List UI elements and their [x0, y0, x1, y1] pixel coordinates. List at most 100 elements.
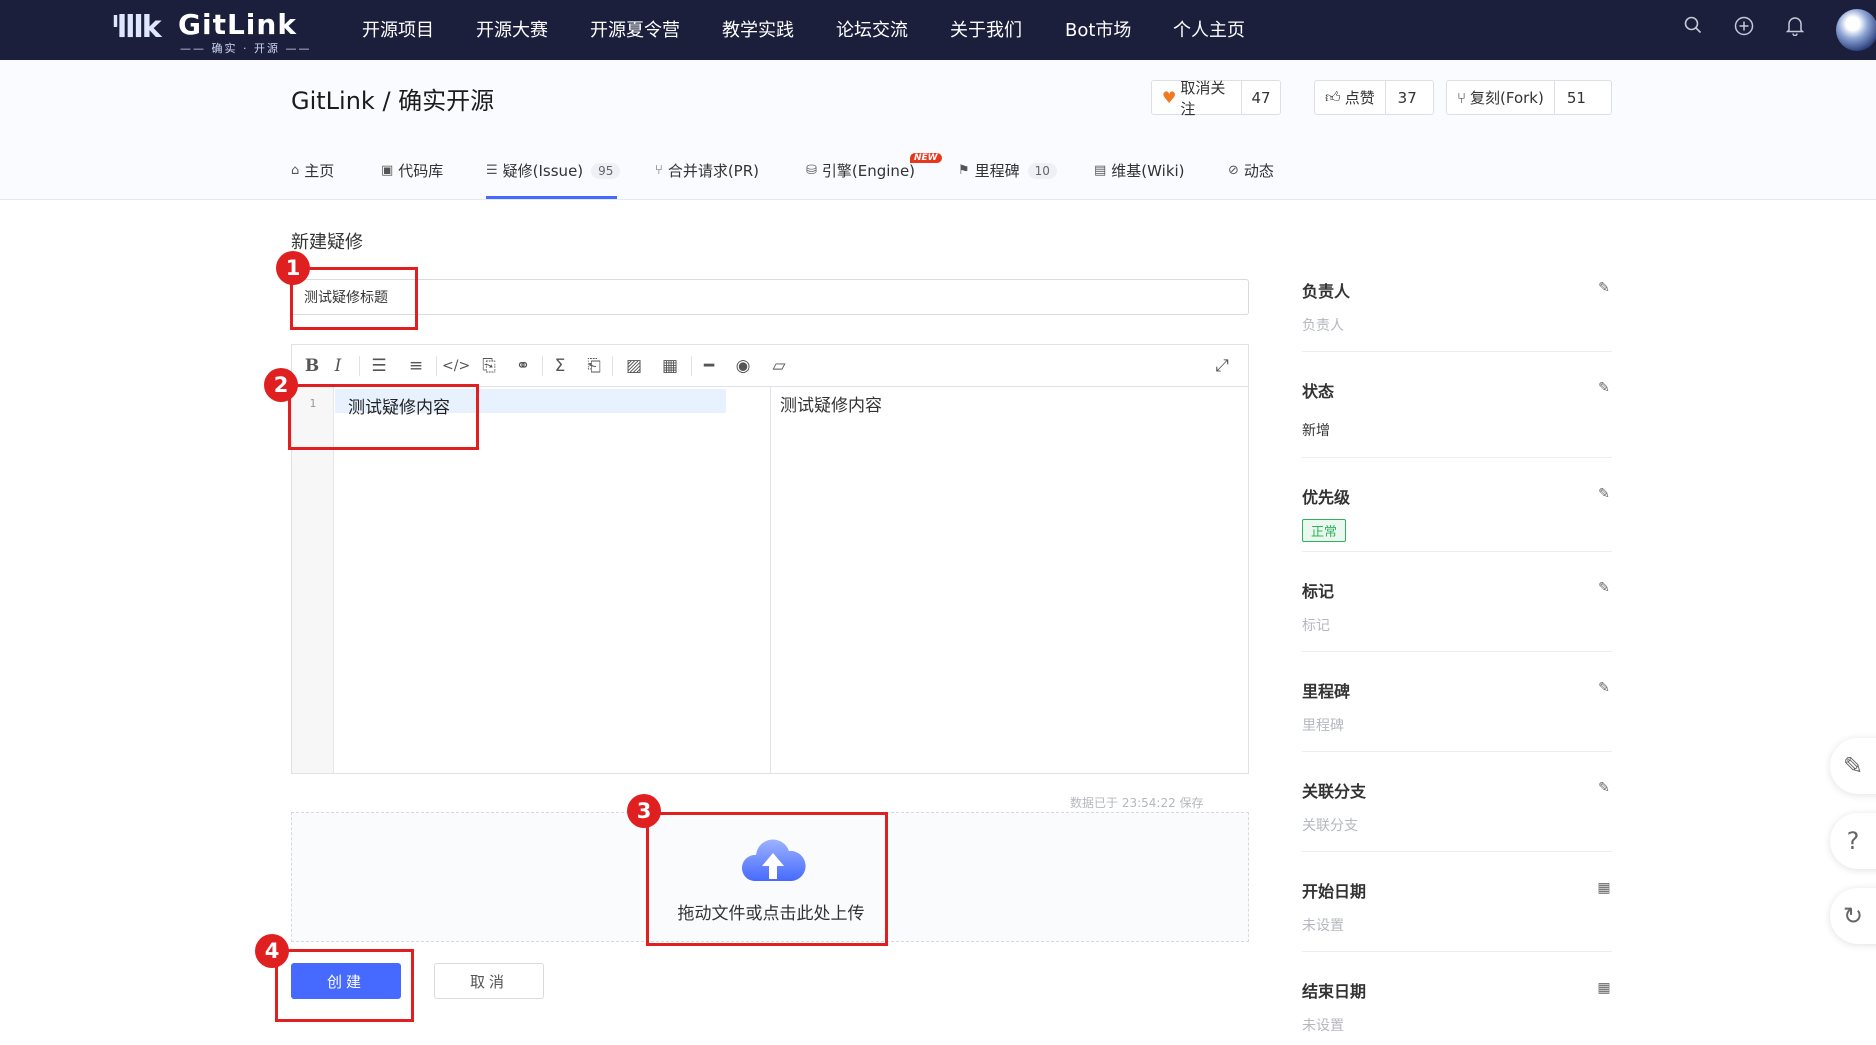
tab-milestone[interactable]: ⚑ 里程碑 10	[958, 160, 1057, 181]
bell-icon[interactable]	[1784, 16, 1806, 38]
milestone-value: 里程碑	[1302, 718, 1344, 734]
image-icon[interactable]: ▨	[622, 354, 646, 378]
ordered-list-icon[interactable]: ≡	[404, 354, 428, 378]
toolbar-divider	[359, 356, 360, 376]
status-label: 状态	[1302, 382, 1335, 401]
merge-icon: ⑂	[655, 163, 663, 178]
annotation-box-upload	[646, 812, 888, 946]
tab-issue-label: 疑修(Issue)	[502, 162, 584, 180]
nav-summer-camp[interactable]: 开源夏令营	[590, 16, 680, 42]
preview-toggle-icon[interactable]: ◉	[731, 354, 755, 378]
end-date-value: 未设置	[1302, 1018, 1344, 1034]
sidebar-assignee: 负责人 ✎ 负责人	[1302, 268, 1612, 352]
fork-icon: ⑂	[1457, 88, 1467, 107]
logo-name: GitLink	[178, 8, 297, 41]
link-icon[interactable]: ⚭	[511, 354, 535, 378]
annotation-box-create	[275, 949, 414, 1022]
new-tag-badge: NEW	[910, 153, 942, 163]
tab-wiki[interactable]: ▤ 维基(Wiki)	[1094, 160, 1185, 181]
tag-label: 标记	[1302, 582, 1335, 601]
sidebar-branch: 关联分支 ✎ 关联分支	[1302, 768, 1612, 852]
branch-value: 关联分支	[1302, 818, 1358, 834]
cancel-button[interactable]: 取消	[434, 963, 544, 999]
annotation-number-1: 1	[276, 251, 310, 285]
milestone-count-badge: 10	[1027, 162, 1057, 179]
italic-icon[interactable]: I	[326, 354, 350, 378]
nav-forum[interactable]: 论坛交流	[836, 16, 908, 42]
editor-preview-divider	[770, 387, 771, 773]
tab-code[interactable]: ▣ 代码库	[381, 160, 443, 181]
edit-icon[interactable]: ✎	[1596, 580, 1612, 596]
user-avatar[interactable]	[1836, 9, 1876, 51]
sidebar-priority: 优先级 ✎ 正常	[1302, 474, 1612, 552]
nav-teaching[interactable]: 教学实践	[722, 16, 794, 42]
code-block-icon[interactable]: ⎘	[477, 354, 501, 378]
nav-personal-home[interactable]: 个人主页	[1173, 16, 1245, 42]
logo-bars-icon: ᑊlllk	[112, 10, 162, 45]
milestone-label: 里程碑	[1302, 682, 1351, 701]
priority-label: 优先级	[1302, 488, 1351, 507]
watch-count: 47	[1241, 81, 1280, 114]
issue-title-input[interactable]	[291, 279, 1249, 315]
flag-icon: ⚑	[958, 163, 970, 178]
annotation-box-content	[288, 384, 479, 450]
star-button[interactable]: 👍︎ 点赞 37	[1314, 80, 1434, 115]
formula-icon[interactable]: Σ	[548, 354, 572, 378]
annotation-box-title	[290, 267, 418, 330]
edit-icon[interactable]: ✎	[1596, 680, 1612, 696]
calendar-icon[interactable]: ▦	[1596, 980, 1612, 996]
edit-icon[interactable]: ✎	[1596, 280, 1612, 296]
horizontal-rule-icon[interactable]: ━	[697, 354, 721, 378]
fullscreen-icon[interactable]: ⤢	[1210, 354, 1234, 378]
priority-tag: 正常	[1302, 519, 1347, 542]
plus-circle-icon[interactable]	[1733, 16, 1755, 38]
tab-pr-label: 合并请求(PR)	[667, 162, 759, 180]
refresh-icon[interactable]: ↻	[1830, 888, 1876, 944]
help-icon[interactable]: ?	[1830, 813, 1876, 869]
tab-issue[interactable]: ☰ 疑修(Issue) 95	[486, 160, 621, 181]
edit-icon[interactable]: ✎	[1596, 486, 1612, 502]
end-date-label: 结束日期	[1302, 982, 1367, 1001]
fork-button[interactable]: ⑂ 复刻(Fork) 51	[1446, 80, 1612, 115]
code-icon[interactable]: </>	[442, 354, 470, 378]
autosave-status: 数据已于 23:54:22 保存	[1070, 796, 1204, 810]
repo-title[interactable]: GitLink / 确实开源	[291, 81, 494, 116]
feedback-icon[interactable]: ✎	[1830, 738, 1876, 794]
nav-about[interactable]: 关于我们	[950, 16, 1022, 42]
edit-icon[interactable]: ✎	[1596, 380, 1612, 396]
sidebar-milestone: 里程碑 ✎ 里程碑	[1302, 668, 1612, 752]
nav-competition[interactable]: 开源大赛	[476, 16, 548, 42]
tab-pull-request[interactable]: ⑂ 合并请求(PR)	[655, 160, 759, 181]
star-label: 点赞	[1344, 89, 1375, 107]
edit-icon[interactable]: ✎	[1596, 780, 1612, 796]
nav-open-source-projects[interactable]: 开源项目	[362, 16, 434, 42]
watch-button[interactable]: ♥ 取消关注 47	[1151, 79, 1281, 118]
bold-icon[interactable]: B	[300, 354, 324, 378]
heart-icon: ♥	[1162, 88, 1177, 107]
toolbar-divider	[436, 356, 437, 376]
table-icon[interactable]: ▦	[658, 354, 682, 378]
calendar-icon[interactable]: ▦	[1596, 880, 1612, 896]
eraser-icon[interactable]: ▱	[767, 354, 791, 378]
formula-block-icon[interactable]: ⎗	[582, 354, 606, 378]
branch-label: 关联分支	[1302, 782, 1367, 801]
tab-wiki-label: 维基(Wiki)	[1111, 162, 1185, 180]
issue-count-badge: 95	[591, 162, 621, 179]
tab-home-label: 主页	[304, 162, 335, 180]
tab-engine[interactable]: ⛁ 引擎(Engine)	[806, 160, 915, 181]
fork-label: 复刻(Fork)	[1470, 89, 1544, 107]
editor-toolbar: B I ☰ ≡ </> ⎘ ⚭ Σ ⎗ ▨ ▦ ━ ◉ ▱ ⤢	[292, 345, 1248, 387]
toolbar-divider	[691, 356, 692, 376]
logo-slogan: —— 确实 · 开源 ——	[180, 42, 312, 55]
gitlink-logo[interactable]: ᑊlllk GitLink —— 确实 · 开源 ——	[112, 8, 312, 55]
tab-code-label: 代码库	[398, 162, 444, 180]
search-icon[interactable]	[1682, 16, 1704, 38]
tab-activity[interactable]: ⊘ 动态	[1228, 160, 1274, 181]
nav-bot-market[interactable]: Bot市场	[1065, 16, 1131, 42]
watch-label: 取消关注	[1180, 78, 1226, 118]
thumbs-up-icon: 👍︎	[1325, 88, 1341, 106]
assignee-value: 负责人	[1302, 318, 1344, 334]
fork-count: 51	[1553, 81, 1598, 114]
tab-home[interactable]: ⌂ 主页	[291, 160, 334, 181]
bullet-list-icon[interactable]: ☰	[367, 354, 391, 378]
